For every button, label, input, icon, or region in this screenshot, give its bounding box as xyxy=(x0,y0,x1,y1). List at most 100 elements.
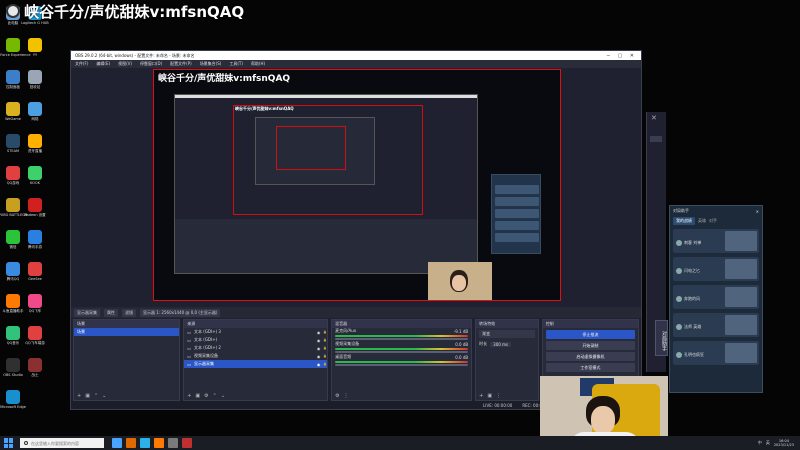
add-icon[interactable]: + xyxy=(187,393,191,399)
volume-slider[interactable] xyxy=(335,351,469,353)
sources-dock: 来源 ▭ 文本 (GDI+) 3 ◉ 🔒 ▭ 文本 (GDI+) ◉ 🔒 ▭ 文本 (GDI+) … xyxy=(183,319,329,401)
more-icon[interactable]: ⋮ xyxy=(344,393,349,399)
taskbar-search-input[interactable] xyxy=(31,440,101,446)
chevron-down-icon[interactable]: ⌄ xyxy=(102,393,106,399)
gear-icon[interactable]: ⚙ xyxy=(204,393,208,399)
control-button[interactable]: 停止推流 xyxy=(545,330,635,339)
close-icon[interactable]: ✕ xyxy=(651,114,657,122)
volume-slider[interactable] xyxy=(335,338,469,340)
desktop-icon[interactable]: 腾讯手游 xyxy=(22,230,48,249)
desktop-icon[interactable]: GeeSee xyxy=(22,262,48,281)
taskbar-app-icon[interactable] xyxy=(140,438,150,448)
lock-icon[interactable]: 🔒 xyxy=(323,362,327,366)
eye-icon[interactable]: ◉ xyxy=(317,330,321,335)
gear-icon[interactable]: ⚙ xyxy=(335,393,339,399)
transition-type-select[interactable]: 渐变 xyxy=(479,330,535,338)
menu-item[interactable]: 文件(F) xyxy=(75,61,88,67)
chevron-up-icon[interactable]: ⌃ xyxy=(213,393,217,399)
taskbar-app-icon[interactable] xyxy=(182,438,192,448)
taskbar-clock[interactable]: 16:04 2023/11/23 xyxy=(774,439,794,447)
menu-item[interactable]: 停靠窗口(D) xyxy=(140,61,162,67)
desktop-icon[interactable]: YY xyxy=(22,38,48,57)
desktop-icon[interactable]: Microsoft Edge xyxy=(0,390,26,409)
tray-item[interactable]: 中 xyxy=(758,440,762,446)
source-label: 显示器采集 xyxy=(194,361,214,366)
window-controls[interactable]: ─ ▢ ✕ xyxy=(607,53,637,59)
assistant-tab[interactable]: 英雄 xyxy=(698,218,706,224)
source-item[interactable]: ▭ 显示器采集 ◉ 🔒 xyxy=(184,360,328,368)
side-panel-tab[interactable] xyxy=(650,136,662,142)
eye-icon[interactable]: ◉ xyxy=(317,354,321,359)
assistant-tab[interactable]: 对手 xyxy=(709,218,717,224)
taskbar-app-icon[interactable] xyxy=(126,438,136,448)
menu-item[interactable]: 场景集合(S) xyxy=(200,61,222,67)
app-icon xyxy=(6,358,20,372)
chevron-down-icon[interactable]: ⌄ xyxy=(221,393,225,399)
add-icon[interactable]: + xyxy=(479,393,483,399)
duration-label: 时长 xyxy=(479,341,488,346)
assistant-card[interactable]: 法师 英雄王者 · 对局 xyxy=(673,313,759,337)
close-icon[interactable]: ✕ xyxy=(756,209,759,214)
lock-icon[interactable]: 🔒 xyxy=(323,330,327,334)
source-item[interactable]: ▭ 视频采集设备 ◉ 🔒 xyxy=(184,352,327,360)
control-button[interactable]: 启动虚拟摄像机 xyxy=(545,352,635,361)
app-icon xyxy=(6,390,20,404)
more-icon[interactable]: ⋮ xyxy=(496,393,501,399)
assistant-card[interactable]: 刺客 刘禅王者 45星 · 对局 · 胜率 xyxy=(673,229,759,253)
lock-icon[interactable]: 🔒 xyxy=(323,346,327,350)
tray-item[interactable]: 英 xyxy=(766,440,770,446)
add-icon[interactable]: + xyxy=(77,393,81,399)
desktop-icon[interactable]: 网络 xyxy=(22,102,48,121)
trash-icon[interactable]: ▣ xyxy=(85,393,90,399)
duration-value[interactable]: 300 ms xyxy=(490,341,512,347)
desktop-icon[interactable]: QQ飞车端游 xyxy=(22,326,48,345)
desktop-icon[interactable]: 回收站 xyxy=(22,70,48,89)
trash-icon[interactable]: ▣ xyxy=(195,393,200,399)
windows-start-icon[interactable] xyxy=(4,438,14,448)
desktop-icon[interactable]: QQ飞车 xyxy=(22,294,48,313)
preview-overlay-title: 峡谷千分/声优甜妹v:mfsnQAQ xyxy=(158,71,290,84)
desktop-icon[interactable]: Radeon 设置 xyxy=(22,198,48,217)
trash-icon[interactable]: ▣ xyxy=(487,393,492,399)
desktop-icon[interactable]: KOOK xyxy=(22,166,48,185)
app-icon xyxy=(28,102,42,116)
taskbar-app-icon[interactable] xyxy=(168,438,178,448)
assistant-side-tab[interactable]: 对局助手 xyxy=(655,320,668,356)
source-item[interactable]: ▭ 文本 (GDI+) 3 ◉ 🔒 xyxy=(184,328,327,336)
lock-icon[interactable]: 🔒 xyxy=(323,354,327,358)
toolbar-item[interactable]: 显示器采集 xyxy=(74,308,100,317)
assistant-tab[interactable]: 我的战绩 xyxy=(673,216,695,225)
taskbar-app-icon[interactable] xyxy=(154,438,164,448)
toolbar-item[interactable]: 显示器 1: 2560x1440 @ 0,0 (主显示器) xyxy=(140,308,221,317)
menu-item[interactable]: 帮助(H) xyxy=(251,61,265,67)
assistant-card[interactable]: 孔明也疯狂星耀 · 近期对局 xyxy=(673,341,759,365)
eye-icon[interactable]: ◉ xyxy=(317,338,321,343)
menu-item[interactable]: 视图(V) xyxy=(118,61,132,67)
control-button[interactable]: 开始录制 xyxy=(545,341,635,350)
volume-meter xyxy=(335,335,469,337)
toolbar-item[interactable]: 滤镜 xyxy=(122,308,136,317)
source-item[interactable]: ▭ 文本 (GDI+) 2 ◉ 🔒 xyxy=(184,344,327,352)
lock-icon[interactable]: 🔒 xyxy=(323,338,327,342)
eye-icon[interactable]: ◉ xyxy=(317,362,321,367)
menu-item[interactable]: 配置文件(P) xyxy=(170,61,192,67)
assistant-card[interactable]: 奔跑的风钻石 · 对局 · 胜率 xyxy=(673,285,759,309)
desktop-icon[interactable]: 战士 xyxy=(22,358,48,377)
desktop-icon[interactable]: 虎牙直播 xyxy=(22,134,48,153)
menu-item[interactable]: 工具(T) xyxy=(229,61,243,67)
obs-preview[interactable]: 峡谷千分/声优甜妹v:mfsnQAQ 峡谷千分/声优甜妹v:mfsnQAQ xyxy=(153,69,561,301)
chevron-up-icon[interactable]: ⌃ xyxy=(94,393,98,399)
obs-window[interactable]: OBS 29.0.2 (64-bit, windows) - 配置文件: 未命名… xyxy=(70,50,642,410)
control-button[interactable]: 工作室模式 xyxy=(545,363,635,372)
menu-item[interactable]: 编辑(E) xyxy=(96,61,110,67)
eye-icon[interactable]: ◉ xyxy=(317,346,321,351)
taskbar-search[interactable] xyxy=(20,438,104,448)
taskbar-app-icon[interactable] xyxy=(112,438,122,448)
volume-slider[interactable] xyxy=(335,364,469,366)
source-label: 视频采集设备 xyxy=(194,353,218,358)
obs-titlebar[interactable]: OBS 29.0.2 (64-bit, windows) - 配置文件: 未命名… xyxy=(71,51,641,60)
toolbar-item[interactable]: 属性 xyxy=(104,308,118,317)
source-item[interactable]: ▭ 文本 (GDI+) ◉ 🔒 xyxy=(184,336,327,344)
assistant-card[interactable]: 闪电之匕星耀 · 近期对局 xyxy=(673,257,759,281)
scene-item[interactable]: 场景 xyxy=(74,328,180,336)
